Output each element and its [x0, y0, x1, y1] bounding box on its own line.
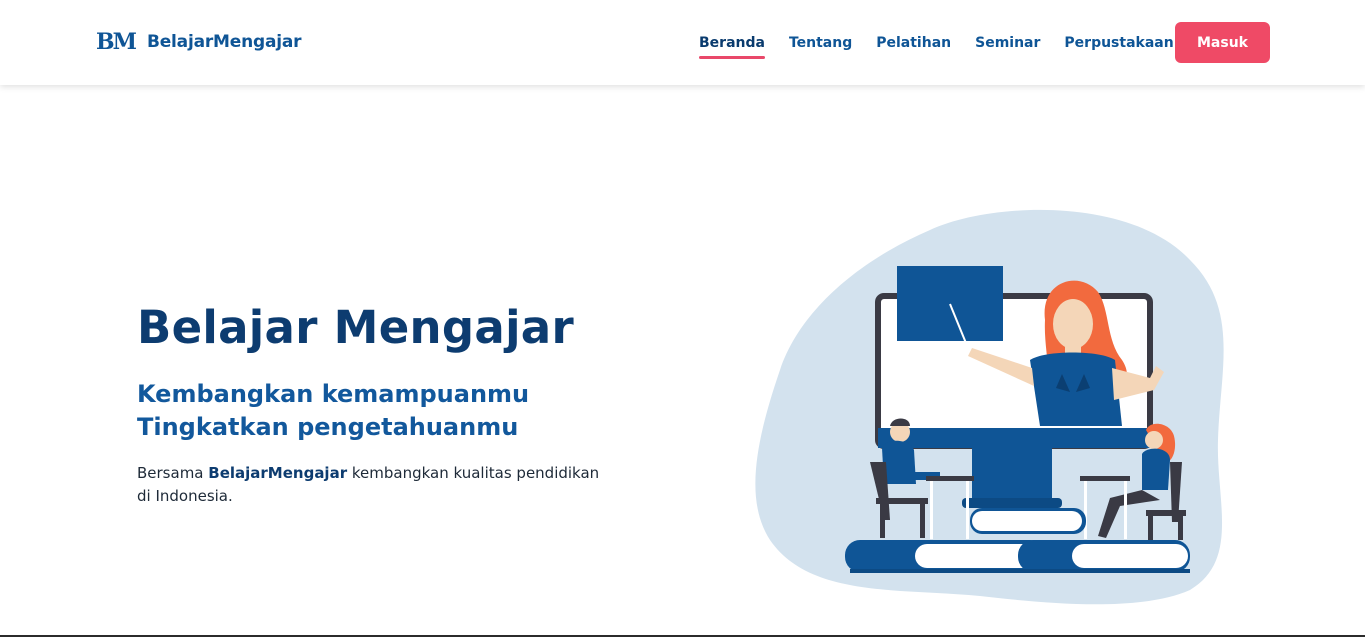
student-right-head [1145, 431, 1163, 449]
hero-desc-prefix: Bersama [137, 464, 209, 482]
nav-item-pelatihan[interactable]: Pelatihan [876, 33, 951, 55]
student-right-body [1142, 448, 1170, 490]
blackboard [897, 266, 1003, 341]
hero-desc-brand: BelajarMengajar [208, 464, 348, 482]
brand-logo-icon: BM [96, 29, 137, 55]
teacher-body [1030, 352, 1122, 426]
monitor-bottom-bar [878, 428, 1150, 448]
main-nav: Beranda Tentang Pelatihan Seminar Perpus… [699, 33, 1198, 59]
brand-name: BelajarMengajar [146, 32, 302, 52]
nav-item-seminar[interactable]: Seminar [975, 33, 1040, 55]
desk-right [1080, 476, 1130, 481]
brand-logo-link[interactable]: BM BelajarMengajar [96, 30, 301, 54]
nav-item-beranda[interactable]: Beranda [699, 33, 765, 59]
nav-item-tentang[interactable]: Tentang [789, 33, 852, 55]
nav-item-perpustakaan[interactable]: Perpustakaan [1064, 33, 1173, 55]
login-button[interactable]: Masuk [1175, 22, 1270, 63]
teacher-face [1053, 299, 1093, 349]
hero-title: Belajar Mengajar [137, 301, 574, 354]
hero-description: Bersama BelajarMengajar kembangkan kuali… [137, 462, 617, 508]
desk-left [926, 476, 974, 481]
navbar: BM BelajarMengajar Beranda Tentang Pelat… [0, 0, 1365, 85]
online-teaching-illustration [755, 209, 1224, 605]
hero-subtitle: Kembangkan kemampuanmu Tingkatkan penget… [137, 378, 529, 444]
hero-subtitle-line-1: Kembangkan kemampuanmu [137, 380, 530, 408]
hero-subtitle-line-2: Tingkatkan pengetahuanmu [137, 413, 519, 441]
